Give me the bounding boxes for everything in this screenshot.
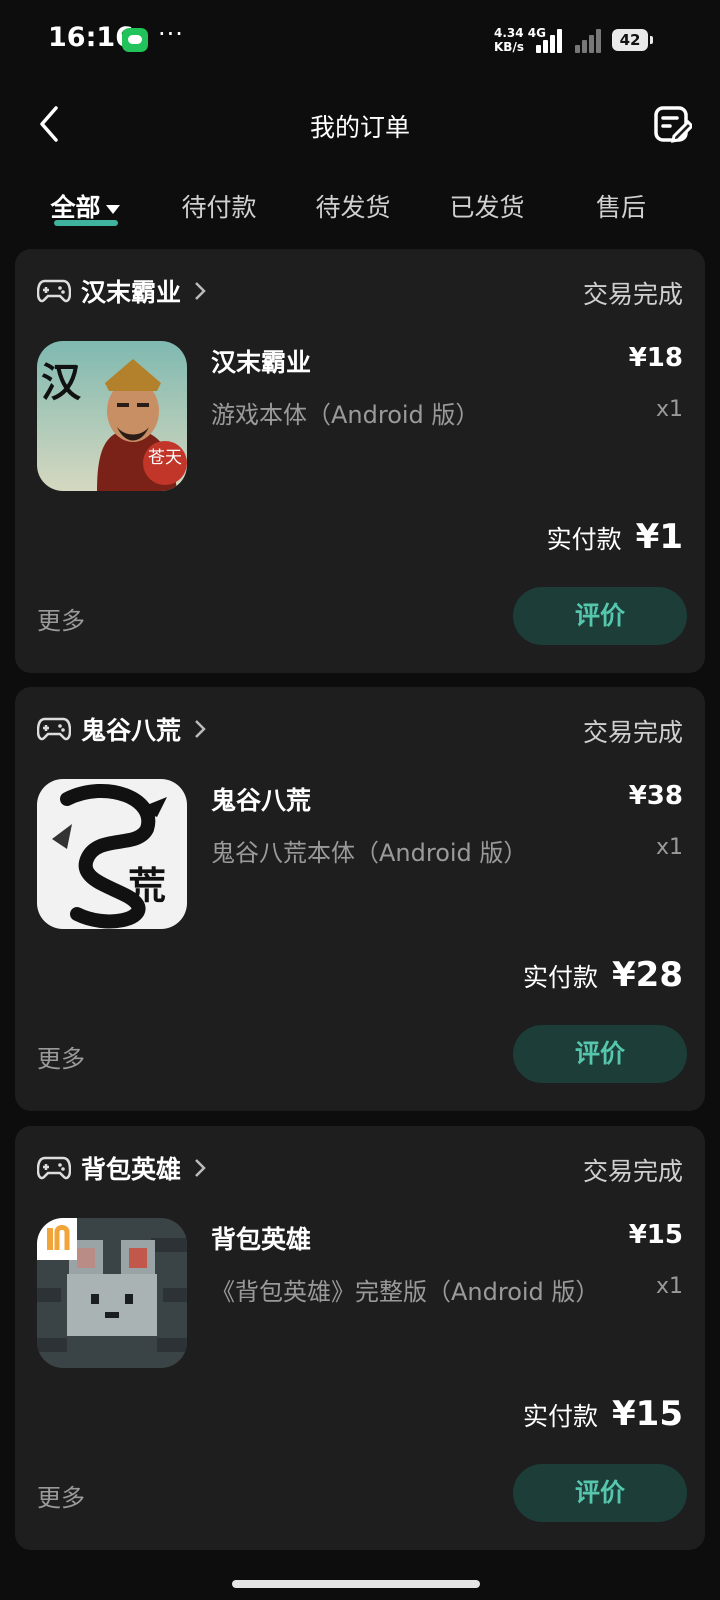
more-notifications-icon: ··· xyxy=(158,20,184,48)
product-quantity: x1 xyxy=(655,397,683,422)
product-name: 汉末霸业 xyxy=(211,348,312,377)
page-title: 我的订单 xyxy=(309,113,410,142)
order-tabs: 全部 待付款 待发货 已发货 售后 xyxy=(0,182,720,232)
product-spec: 《背包英雄》完整版（Android 版） xyxy=(211,1278,600,1306)
svg-text:汉: 汉 xyxy=(41,359,82,406)
review-button[interactable]: 评价 xyxy=(513,1464,687,1522)
order-card[interactable]: 鬼谷八荒 交易完成 荒 鬼谷八荒 ¥38 鬼谷八荒本体（Android 版） x… xyxy=(15,687,705,1111)
message-notification-icon xyxy=(122,28,148,52)
product-price: ¥18 xyxy=(628,343,683,373)
tab-shipped[interactable]: 已发货 xyxy=(422,188,552,224)
paid-label: 实付款 xyxy=(523,963,599,992)
more-button[interactable]: 更多 xyxy=(37,1478,85,1513)
product-thumbnail[interactable]: 苍天 汉 xyxy=(37,341,187,491)
product-quantity: x1 xyxy=(655,1274,683,1299)
home-indicator[interactable] xyxy=(232,1580,480,1588)
paid-amount: ¥1 xyxy=(635,517,683,557)
active-tab-indicator xyxy=(54,220,118,226)
product-quantity: x1 xyxy=(655,835,683,860)
svg-text:苍天: 苍天 xyxy=(148,448,182,468)
signal-strength-secondary-icon xyxy=(575,27,605,53)
product-spec: 鬼谷八荒本体（Android 版） xyxy=(211,839,528,867)
product-thumbnail[interactable]: 荒 xyxy=(37,779,187,929)
product-spec: 游戏本体（Android 版） xyxy=(211,401,480,429)
paid-amount-row: 实付款 ¥1 xyxy=(547,517,683,557)
paid-amount: ¥15 xyxy=(612,1394,683,1434)
product-price: ¥15 xyxy=(628,1220,683,1250)
tab-after-sales[interactable]: 售后 xyxy=(556,188,686,224)
paid-amount-row: 实付款 ¥15 xyxy=(523,1394,683,1434)
tab-pending-shipment[interactable]: 待发货 xyxy=(288,188,418,224)
review-button[interactable]: 评价 xyxy=(513,1025,687,1083)
status-bar: 16:16 ··· 4.34 4G KB/s 42 xyxy=(0,0,720,84)
svg-text:荒: 荒 xyxy=(128,863,166,908)
order-status: 交易完成 xyxy=(582,1157,683,1186)
chevron-right-icon xyxy=(195,282,206,300)
battery-icon: 42 xyxy=(612,29,653,51)
chevron-right-icon xyxy=(195,1159,206,1177)
order-card[interactable]: 汉末霸业 交易完成 苍天 汉 汉末霸业 ¥18 游戏本体（Android 版） … xyxy=(15,249,705,673)
chevron-right-icon xyxy=(195,720,206,738)
edit-note-icon[interactable] xyxy=(652,104,692,144)
shop-name: 汉末霸业 xyxy=(81,278,182,307)
order-status: 交易完成 xyxy=(582,280,683,309)
tab-all[interactable]: 全部 xyxy=(20,188,150,224)
tab-pending-payment[interactable]: 待付款 xyxy=(154,188,284,224)
gamepad-icon xyxy=(37,1156,71,1180)
product-name: 背包英雄 xyxy=(211,1225,312,1254)
review-button[interactable]: 评价 xyxy=(513,587,687,645)
paid-amount-row: 实付款 ¥28 xyxy=(523,955,683,995)
paid-amount: ¥28 xyxy=(612,955,683,995)
shop-name: 鬼谷八荒 xyxy=(81,716,182,745)
signal-strength-icon xyxy=(536,27,566,53)
product-price: ¥38 xyxy=(628,781,683,811)
shop-link[interactable]: 背包英雄 xyxy=(37,1150,207,1186)
more-button[interactable]: 更多 xyxy=(37,1039,85,1074)
shop-link[interactable]: 汉末霸业 xyxy=(37,273,207,309)
caret-down-icon xyxy=(105,204,120,214)
product-name: 鬼谷八荒 xyxy=(211,786,312,815)
shop-name: 背包英雄 xyxy=(81,1155,182,1184)
paid-label: 实付款 xyxy=(523,1402,599,1431)
paid-label: 实付款 xyxy=(546,525,622,554)
nav-bar: 我的订单 xyxy=(0,84,720,164)
gamepad-icon xyxy=(37,279,71,303)
shop-link[interactable]: 鬼谷八荒 xyxy=(37,711,207,747)
order-card[interactable]: 背包英雄 交易完成 背包英雄 ¥15 《背包英雄》完整版（Android 版） … xyxy=(15,1126,705,1550)
order-status: 交易完成 xyxy=(582,718,683,747)
gamepad-icon xyxy=(37,717,71,741)
product-thumbnail[interactable] xyxy=(37,1218,187,1368)
more-button[interactable]: 更多 xyxy=(37,601,85,636)
